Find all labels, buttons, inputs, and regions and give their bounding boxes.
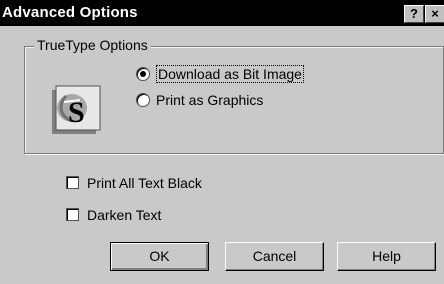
- group-label: TrueType Options: [34, 37, 151, 53]
- ok-button[interactable]: OK: [110, 242, 209, 271]
- radio-button[interactable]: [136, 93, 150, 107]
- radio-button[interactable]: [136, 67, 150, 81]
- checkbox-label-print-black: Print All Text Black: [87, 175, 202, 191]
- help-button[interactable]: Help: [337, 242, 436, 271]
- checkbox[interactable]: [66, 208, 79, 221]
- cancel-button[interactable]: Cancel: [225, 242, 324, 271]
- checkbox-label-darken: Darken Text: [87, 207, 162, 223]
- radio-label-graphics: Print as Graphics: [156, 92, 264, 108]
- title-bar: Advanced Options ? ×: [0, 0, 444, 26]
- radio-label-download: Download as Bit Image: [156, 65, 304, 83]
- truetype-icon: S: [52, 85, 101, 134]
- help-question-button[interactable]: ?: [404, 5, 424, 23]
- window-title: Advanced Options: [2, 4, 138, 21]
- checkbox[interactable]: [66, 176, 79, 189]
- close-button[interactable]: ×: [425, 5, 444, 23]
